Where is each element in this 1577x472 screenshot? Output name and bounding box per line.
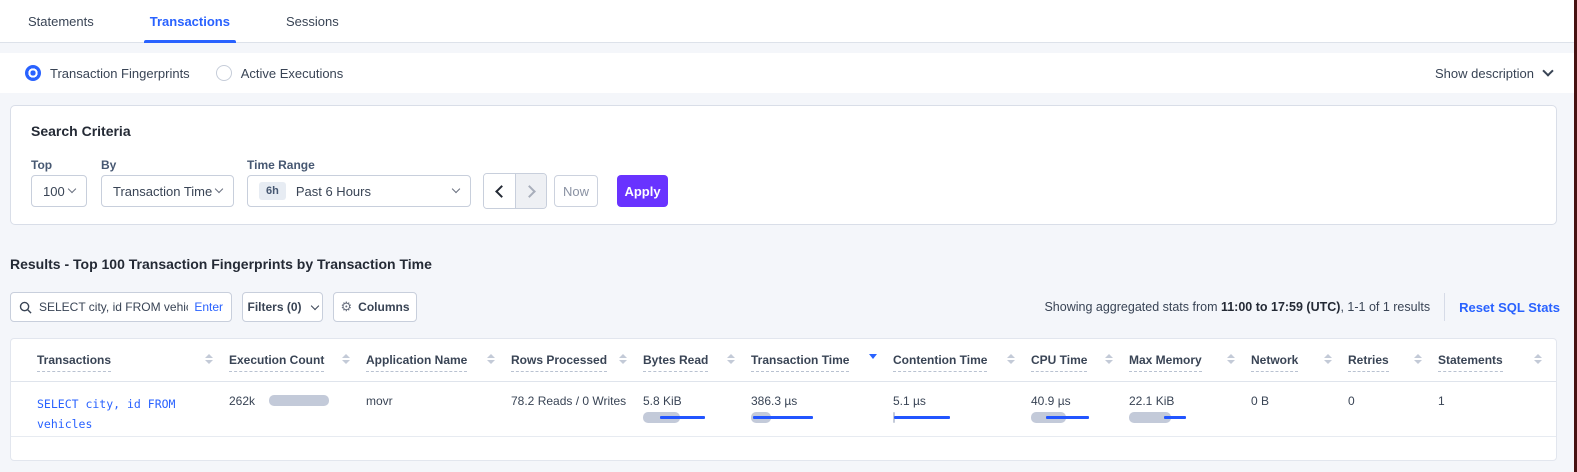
col-cpu-time[interactable]: CPU Time xyxy=(1031,353,1087,372)
time-range-label: Time Range xyxy=(247,158,315,172)
tab-statements[interactable]: Statements xyxy=(22,0,100,42)
col-retries[interactable]: Retries xyxy=(1348,353,1389,372)
reset-sql-stats-link[interactable]: Reset SQL Stats xyxy=(1459,300,1560,315)
col-bytes-read[interactable]: Bytes Read xyxy=(643,353,708,372)
search-criteria-title: Search Criteria xyxy=(31,123,131,139)
sort-icon[interactable] xyxy=(727,354,735,364)
chevron-down-icon xyxy=(452,185,460,193)
sort-icon[interactable] xyxy=(205,354,213,364)
time-range-badge: 6h xyxy=(259,182,286,200)
col-max-memory[interactable]: Max Memory xyxy=(1129,353,1202,372)
columns-button[interactable]: ⚙ Columns xyxy=(333,292,417,322)
application-name-value: movr xyxy=(366,394,393,408)
top-select[interactable]: 100 xyxy=(31,175,87,207)
col-statements[interactable]: Statements xyxy=(1438,353,1503,372)
aggregated-stats-text: Showing aggregated stats from 11:00 to 1… xyxy=(1044,300,1430,314)
transaction-time-bar xyxy=(751,412,813,423)
time-next-button[interactable] xyxy=(515,174,546,208)
time-range-select[interactable]: 6h Past 6 Hours xyxy=(247,175,471,207)
radio-transaction-fingerprints[interactable]: Transaction Fingerprints xyxy=(25,65,190,81)
results-heading: Results - Top 100 Transaction Fingerprin… xyxy=(10,256,432,272)
top-label: Top xyxy=(31,158,52,172)
contention-time-bar xyxy=(893,412,955,423)
col-network[interactable]: Network xyxy=(1251,353,1298,372)
search-icon xyxy=(19,301,32,314)
col-execution-count[interactable]: Execution Count xyxy=(229,353,324,372)
stats-area: Showing aggregated stats from 11:00 to 1… xyxy=(1044,292,1560,322)
sort-icon[interactable] xyxy=(487,354,495,364)
radio-active-executions[interactable]: Active Executions xyxy=(216,65,344,81)
max-memory-value: 22.1 KiB xyxy=(1129,394,1251,408)
col-rows-processed[interactable]: Rows Processed xyxy=(511,353,607,372)
radio-unselected-icon xyxy=(216,65,232,81)
col-contention-time[interactable]: Contention Time xyxy=(893,353,987,372)
apply-button[interactable]: Apply xyxy=(617,175,668,207)
by-select[interactable]: Transaction Time xyxy=(101,175,234,207)
statements-value: 1 xyxy=(1438,394,1445,408)
results-table-card: Transactions Execution Count Application… xyxy=(10,338,1557,461)
tab-transactions[interactable]: Transactions xyxy=(144,0,236,42)
chevron-right-icon xyxy=(523,185,536,198)
chevron-down-icon xyxy=(68,185,76,193)
sort-icon[interactable] xyxy=(1534,354,1542,364)
execution-count-value: 262k xyxy=(229,394,255,408)
top-tab-bar: Statements Transactions Sessions xyxy=(0,0,1577,43)
query-search-box: Enter xyxy=(10,292,232,322)
retries-value: 0 xyxy=(1348,394,1355,408)
sort-icon[interactable] xyxy=(619,354,627,364)
chevron-down-icon xyxy=(1542,65,1553,76)
table-row: SELECT city, id FROM vehicles 262k movr … xyxy=(11,381,1557,436)
sort-icon[interactable] xyxy=(1324,354,1332,364)
time-prev-button[interactable] xyxy=(484,174,515,208)
radio-label: Active Executions xyxy=(241,66,344,81)
transactions-table: Transactions Execution Count Application… xyxy=(11,339,1557,437)
execution-count-bar xyxy=(269,395,329,406)
cpu-time-bar xyxy=(1031,412,1093,423)
search-input[interactable] xyxy=(39,300,188,314)
radio-selected-icon xyxy=(25,65,41,81)
search-criteria-card: Search Criteria Top 100 By Transaction T… xyxy=(10,105,1557,225)
bytes-read-bar xyxy=(643,412,705,423)
col-transactions[interactable]: Transactions xyxy=(37,353,111,372)
chevron-down-icon xyxy=(215,185,223,193)
sort-icon[interactable] xyxy=(1227,354,1235,364)
sort-icon[interactable] xyxy=(342,354,350,364)
gear-icon: ⚙ xyxy=(341,299,353,315)
col-transaction-time[interactable]: Transaction Time xyxy=(751,353,849,372)
sort-icon[interactable] xyxy=(1414,354,1422,364)
sort-icon-active-desc[interactable] xyxy=(869,354,877,359)
view-toggle-band: Transaction Fingerprints Active Executio… xyxy=(0,53,1577,93)
max-memory-bar xyxy=(1129,412,1191,423)
rows-processed-value: 78.2 Reads / 0 Writes xyxy=(511,394,626,408)
time-nav-group xyxy=(483,173,547,209)
cpu-time-value: 40.9 µs xyxy=(1031,394,1129,408)
contention-time-value: 5.1 µs xyxy=(893,394,1031,408)
col-application-name[interactable]: Application Name xyxy=(366,353,467,372)
tab-sessions[interactable]: Sessions xyxy=(280,0,345,42)
radio-label: Transaction Fingerprints xyxy=(50,66,190,81)
transaction-fingerprint-link[interactable]: SELECT city, id FROM vehicles xyxy=(37,394,207,434)
show-description-toggle[interactable]: Show description xyxy=(1435,66,1552,81)
transactions-page: Statements Transactions Sessions Transac… xyxy=(0,0,1577,472)
chevron-down-icon xyxy=(310,302,318,310)
enter-button[interactable]: Enter xyxy=(194,300,223,314)
chevron-left-icon xyxy=(495,185,508,198)
now-button[interactable]: Now xyxy=(554,175,598,207)
divider xyxy=(1444,293,1445,321)
table-header-row: Transactions Execution Count Application… xyxy=(11,339,1557,381)
sort-icon[interactable] xyxy=(1007,354,1015,364)
transaction-time-value: 386.3 µs xyxy=(751,394,893,408)
network-value: 0 B xyxy=(1251,394,1269,408)
filters-button[interactable]: Filters (0) xyxy=(242,292,323,322)
sort-icon[interactable] xyxy=(1105,354,1113,364)
bytes-read-value: 5.8 KiB xyxy=(643,394,751,408)
by-label: By xyxy=(101,158,116,172)
